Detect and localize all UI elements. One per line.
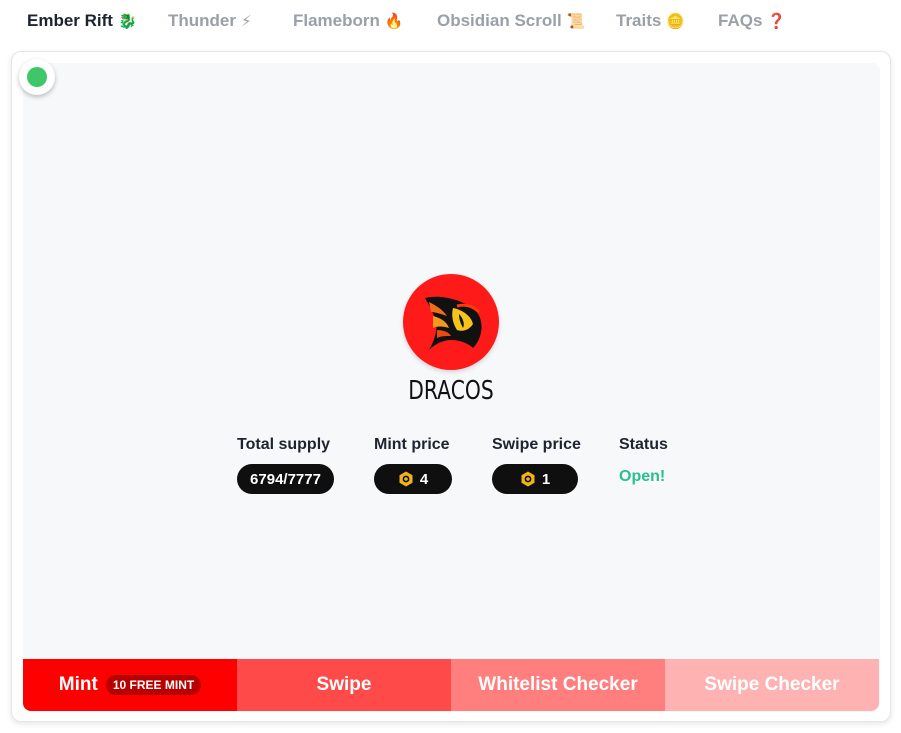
status-value: Open! — [619, 468, 666, 485]
tab-whitelist-checker-label: Whitelist Checker — [478, 674, 638, 695]
total-supply-label: Total supply — [237, 436, 331, 453]
total-supply-text: 6794/7777 — [250, 470, 321, 488]
nav-item-traits[interactable]: Traits 🪙 — [616, 11, 685, 31]
green-dot-icon — [27, 67, 47, 87]
tab-mint-label: Mint — [58, 674, 98, 695]
mint-price-value: 4 — [374, 464, 452, 494]
tab-whitelist-checker[interactable]: Whitelist Checker — [451, 659, 665, 711]
mint-price-label: Mint price — [374, 436, 450, 453]
nav-item-label: Obsidian Scroll — [437, 11, 562, 30]
nav-item-ember-rift[interactable]: Ember Rift 🐉 — [27, 11, 137, 31]
dragon-head-icon — [425, 296, 482, 350]
swipe-price-text: 1 — [541, 470, 551, 488]
tab-mint[interactable]: Mint 10 FREE MINT — [23, 659, 237, 711]
tab-swipe-checker[interactable]: Swipe Checker — [665, 659, 879, 711]
nav-item-label: Flameborn — [293, 11, 380, 30]
free-mint-badge: 10 FREE MINT — [105, 675, 202, 695]
nav-item-obsidian-scroll[interactable]: Obsidian Scroll 📜 — [437, 11, 585, 31]
nav-item-faqs[interactable]: FAQs ❓ — [718, 11, 786, 31]
nav-item-thunder[interactable]: Thunder ⚡ — [168, 11, 252, 31]
status-label: Status — [619, 436, 668, 453]
lightning-icon: ⚡ — [241, 13, 252, 30]
nav-item-label: Traits — [616, 11, 662, 30]
action-tabs: Mint 10 FREE MINT Swipe Whitelist Checke… — [23, 659, 879, 711]
coin-icon: 🪙 — [666, 13, 686, 30]
scroll-icon: 📜 — [566, 13, 586, 30]
nav-item-label: Thunder — [168, 11, 236, 30]
nav-item-label: FAQs — [718, 11, 763, 30]
nav-item-label: Ember Rift — [27, 11, 113, 30]
dragon-icon: 🐉 — [117, 13, 137, 30]
top-nav: Ember Rift 🐉 Thunder ⚡ Flameborn 🔥 Obsid… — [0, 0, 901, 44]
swipe-price-label: Swipe price — [492, 436, 581, 453]
collection-name: DRACOS — [408, 376, 494, 406]
coin-icon — [399, 471, 413, 487]
mint-price-text: 4 — [419, 470, 429, 488]
tab-swipe-checker-label: Swipe Checker — [704, 674, 840, 695]
nav-item-flameborn[interactable]: Flameborn 🔥 — [293, 11, 404, 31]
collection-logo — [403, 274, 499, 370]
question-icon: ❓ — [767, 13, 787, 30]
tab-swipe-label: Swipe — [316, 674, 372, 695]
coin-icon — [521, 471, 535, 487]
status-indicator — [19, 59, 55, 95]
total-supply-value: 6794/7777 — [237, 464, 334, 494]
fire-icon: 🔥 — [384, 13, 404, 30]
swipe-price-value: 1 — [492, 464, 578, 494]
tab-swipe[interactable]: Swipe — [237, 659, 451, 711]
